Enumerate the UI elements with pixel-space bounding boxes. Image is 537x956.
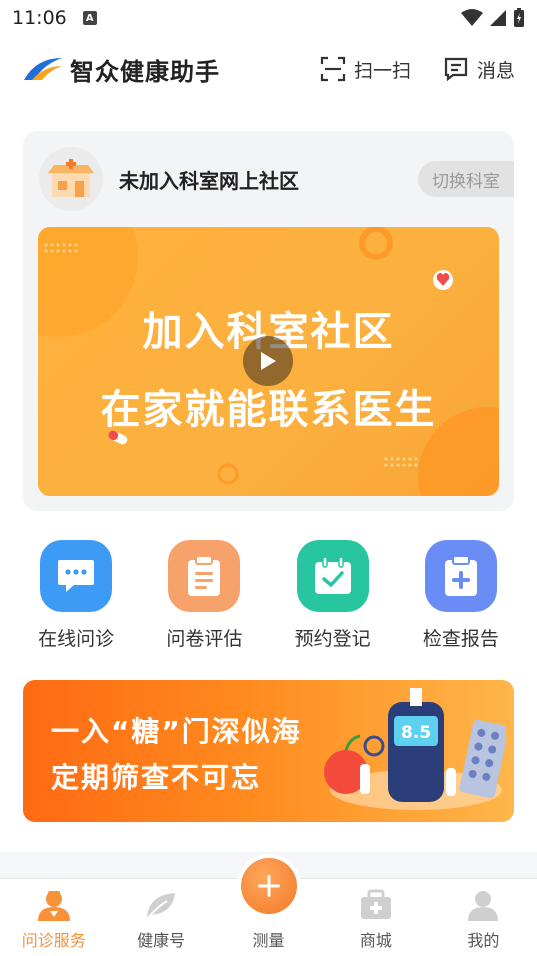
brand-logo-icon (24, 58, 62, 80)
service-questionnaire[interactable]: 问卷评估 (149, 540, 259, 655)
report-plus-icon (444, 555, 477, 596)
scan-icon (320, 56, 346, 82)
signal-icon (490, 10, 506, 26)
nav-label: 测量 (252, 931, 285, 950)
nav-consult-service[interactable]: 问诊服务 (0, 879, 107, 956)
header-actions: 扫一扫 消息 (320, 56, 515, 83)
message-button[interactable]: 消息 (443, 56, 515, 83)
promo-line-2: 定期筛查不可忘 (51, 761, 262, 794)
chat-icon (58, 560, 95, 592)
message-icon (444, 57, 468, 82)
switch-department-button[interactable]: 切换科室 (418, 161, 514, 197)
message-label: 消息 (476, 59, 515, 82)
status-icons (461, 8, 525, 28)
wifi-icon (461, 9, 483, 26)
service-icon-bg (424, 540, 497, 612)
doctor-icon (37, 891, 70, 921)
measure-button[interactable] (241, 858, 297, 914)
nav-mine[interactable]: 我的 (430, 879, 537, 956)
service-appointment[interactable]: 预约登记 (278, 540, 388, 655)
user-icon (468, 891, 499, 921)
clipboard-icon (188, 555, 221, 596)
service-label: 在线问诊 (38, 628, 115, 650)
nav-label: 我的 (467, 931, 500, 950)
promo-line-1: 一入“糖”门深似海 (51, 715, 302, 748)
service-online-consult[interactable]: 在线问诊 (21, 540, 131, 655)
nav-label: 问诊服务 (21, 931, 86, 950)
community-title: 未加入科室网上社区 (119, 168, 299, 193)
nav-mall[interactable]: 商城 (322, 879, 429, 956)
nav-health-account[interactable]: 健康号 (107, 879, 214, 956)
scan-label: 扫一扫 (353, 59, 411, 82)
clinic-avatar (39, 147, 103, 211)
nav-label: 商城 (359, 931, 392, 950)
glucose-meter-illustration: 8.5 (324, 688, 506, 810)
clinic-building-icon (48, 159, 94, 197)
scan-button[interactable]: 扫一扫 (320, 56, 411, 83)
notification-badge: A (82, 11, 97, 25)
service-label: 问卷评估 (166, 628, 243, 650)
service-icon-bg (168, 540, 241, 612)
meter-reading: 8.5 (401, 723, 431, 743)
service-icon-bg (40, 540, 113, 612)
status-bar: 11:06 A (0, 0, 537, 36)
medicine-box-icon (360, 889, 391, 919)
nav-label: 健康号 (137, 931, 186, 950)
service-report[interactable]: 检查报告 (406, 540, 516, 655)
app-header: 智众健康助手 扫一扫 消息 (0, 44, 537, 94)
app-title: 智众健康助手 (70, 57, 220, 86)
plus-icon (258, 875, 280, 897)
community-card: 未加入科室网上社区 切换科室 加入科室社区 在家就能联系医生 (23, 131, 514, 511)
community-banner[interactable]: 加入科室社区 在家就能联系医生 (38, 227, 499, 496)
service-label: 检查报告 (422, 628, 499, 650)
community-header: 未加入科室网上社区 切换科室 (39, 147, 514, 211)
service-label: 预约登记 (294, 628, 371, 650)
calendar-check-icon (314, 556, 351, 594)
service-grid: 在线问诊 问卷评估 预约登记 检查报告 (0, 540, 537, 655)
service-icon-bg (296, 540, 369, 612)
status-time: 11:06 (12, 7, 67, 29)
play-icon (261, 352, 276, 370)
play-video-button[interactable] (243, 336, 293, 386)
diabetes-promo-banner[interactable]: 一入“糖”门深似海 定期筛查不可忘 8.5 (23, 680, 514, 822)
leaf-icon (146, 893, 176, 920)
battery-icon (514, 8, 524, 27)
